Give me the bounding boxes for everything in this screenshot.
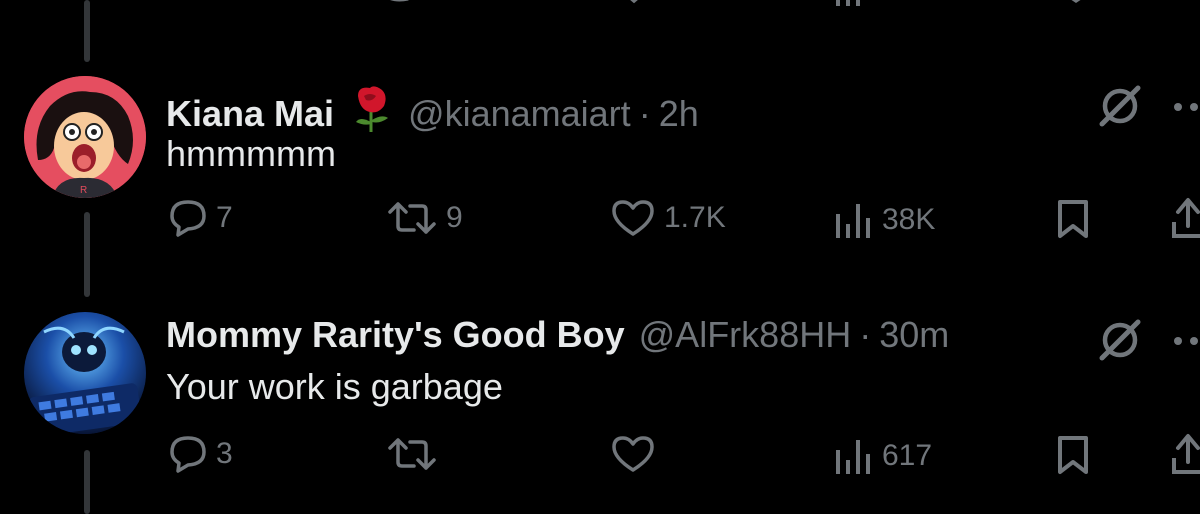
like-count: 1.7K: [664, 201, 726, 234]
views-icon: [836, 440, 870, 474]
thread-line-middle: [84, 212, 90, 297]
grok-icon[interactable]: [1098, 84, 1142, 133]
heart-icon: [612, 200, 654, 236]
repost-icon: [388, 202, 436, 234]
bookmark-button[interactable]: [1056, 198, 1090, 245]
more-options-icon[interactable]: [1172, 334, 1200, 352]
bookmark-icon: [1058, 200, 1088, 238]
bookmark-button[interactable]: [1056, 434, 1090, 481]
timestamp[interactable]: 30m: [879, 314, 949, 356]
share-button[interactable]: [1170, 432, 1200, 483]
display-name[interactable]: Mommy Rarity's Good Boy: [166, 314, 625, 356]
heart-icon: [612, 436, 654, 472]
display-name[interactable]: Kiana Mai: [166, 93, 334, 135]
reply-button[interactable]: 3: [168, 434, 233, 474]
share-icon: [1172, 198, 1200, 238]
separator-dot: ·: [859, 314, 872, 355]
post-text: Your work is garbage: [166, 366, 503, 407]
thread-line-bottom: [84, 450, 90, 514]
previous-post-actions: [0, 0, 1200, 10]
separator-dot: ·: [638, 93, 651, 134]
svg-text:R: R: [80, 185, 87, 196]
reply-icon: [170, 436, 206, 473]
like-button[interactable]: 1.7K: [610, 198, 726, 238]
reply-icon: [170, 200, 206, 237]
reply-count: 3: [216, 437, 233, 470]
views-count: 617: [882, 439, 933, 472]
repost-count: 9: [446, 201, 463, 234]
repost-button[interactable]: 9: [386, 198, 463, 238]
grok-icon[interactable]: [1098, 318, 1142, 367]
repost-icon: [388, 438, 436, 470]
views-button[interactable]: 38K: [834, 200, 935, 240]
post-text: hmmmmm: [166, 133, 336, 174]
views-button[interactable]: 617: [834, 436, 932, 476]
views-icon: [836, 204, 870, 238]
post-header: Mommy Rarity's Good Boy @AlFrk88HH · 30m: [166, 314, 949, 356]
avatar[interactable]: [24, 312, 146, 434]
views-count: 38K: [882, 203, 936, 236]
repost-button[interactable]: [386, 434, 446, 474]
reply-button[interactable]: 7: [168, 198, 233, 238]
handle[interactable]: @kianamaiart: [408, 93, 631, 135]
bookmark-icon: [1058, 436, 1088, 474]
handle[interactable]: @AlFrk88HH: [639, 314, 852, 356]
more-options-icon[interactable]: [1172, 100, 1200, 118]
like-button[interactable]: [610, 434, 664, 474]
share-icon: [1172, 434, 1200, 474]
timestamp[interactable]: 2h: [659, 93, 699, 135]
share-button[interactable]: [1170, 196, 1200, 247]
rose-emoji: [350, 86, 394, 132]
avatar[interactable]: R: [24, 76, 146, 198]
reply-count: 7: [216, 201, 233, 234]
post-header: Kiana Mai @kianamaiart · 2h: [166, 78, 699, 135]
